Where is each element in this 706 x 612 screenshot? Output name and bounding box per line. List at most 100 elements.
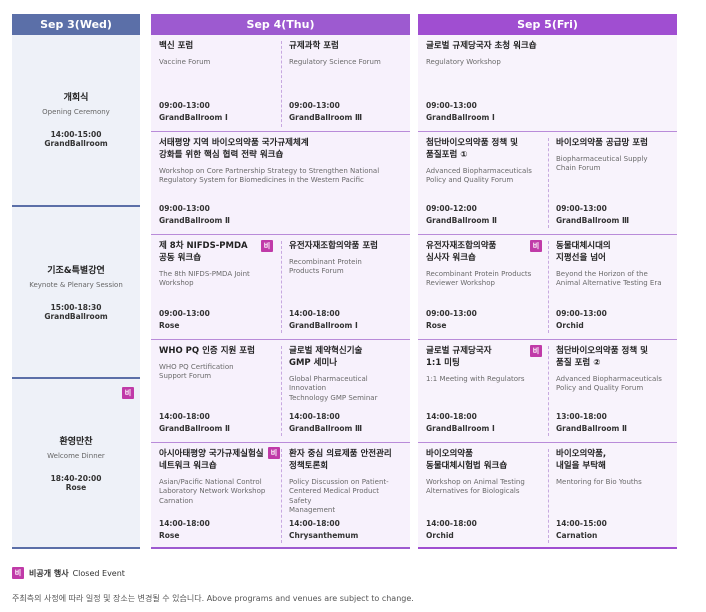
session-time: 14:00-18:00 [426, 519, 477, 528]
session-opening: 개회식 Opening Ceremony 14:00-15:00 GrandBa… [12, 35, 140, 203]
session-title: 지평선을 넘어 [556, 252, 606, 263]
session-title: 개회식 [63, 93, 89, 104]
session-time: 14:00-15:00 [556, 519, 607, 528]
session-venue: GrandBallroom Ⅱ [426, 216, 497, 225]
session-venue: GrandBallroom Ⅱ [159, 216, 230, 225]
session-title: 환자 중심 의료제품 안전관리 [289, 449, 392, 459]
session-venue: GrandBallroom Ⅱ [556, 424, 627, 433]
session-title: 첨단바이오의약품 정책 및 [556, 346, 648, 356]
session-time: 14:00-18:00 [289, 412, 340, 421]
session-supply-chain-forum: 바이오의약품 공급망 포럼 Biopharmaceutical Supply C… [548, 132, 677, 234]
session-title: GMP 세미나 [289, 357, 338, 368]
session-en: Welcome Dinner [47, 452, 105, 461]
session-venue: Orchid [426, 531, 454, 540]
session-recombinant-reviewer-workshop: 유전자재조합의약품 심사자 워크숍 Recombinant Protein Pr… [418, 235, 548, 339]
session-en: Management [289, 506, 336, 515]
session-en: Policy Discussion on Patient- [289, 477, 389, 486]
session-time: 14:00-18:00 [289, 309, 340, 318]
session-vaccine-forum: 백신 포럼 Vaccine Forum 09:00-13:00 GrandBal… [151, 35, 281, 131]
divider [281, 346, 282, 436]
header-sep4: Sep 4(Thu) [151, 14, 410, 35]
session-advanced-bio-forum-1: 첨단바이오의약품 정책 및 품질포럼 ① Advanced Biopharmac… [418, 132, 548, 234]
divider [548, 346, 549, 436]
session-time: 13:00-18:00 [556, 412, 607, 421]
divider [548, 449, 549, 543]
session-en: Reviewer Workshop [426, 279, 495, 288]
session-time: 09:00-13:00 [159, 204, 210, 213]
session-en: Advanced Biopharmaceuticals [556, 374, 662, 383]
closed-event-badge: 비 [261, 240, 273, 252]
session-time: 14:00-18:00 [426, 412, 477, 421]
session-title: 첨단바이오의약품 정책 및 [426, 138, 518, 148]
session-title: 정책토론회 [289, 460, 329, 471]
session-venue: GrandBallroom Ⅲ [289, 113, 363, 122]
session-en: Technology GMP Seminar [289, 393, 378, 402]
schedule-note: 주최측의 사정에 따라 일정 및 장소는 변경될 수 있습니다. Above p… [12, 594, 414, 603]
session-title: 공동 워크숍 [159, 252, 202, 263]
divider [281, 449, 282, 543]
session-time: 14:00-15:00 [50, 129, 102, 139]
session-en: Advanced Biopharmaceuticals [426, 166, 532, 175]
session-time: 18:40-20:00 [50, 473, 102, 483]
session-en: Workshop on Core Partnership Strategy to… [159, 166, 380, 175]
session-title: 1:1 미팅 [426, 357, 460, 368]
session-venue: Rose [65, 482, 87, 492]
session-time: 14:00-18:00 [159, 412, 210, 421]
session-en: Support Forum [159, 372, 212, 381]
session-time: 09:00-13:00 [556, 309, 607, 318]
day2-column: 백신 포럼 Vaccine Forum 09:00-13:00 GrandBal… [151, 35, 410, 549]
session-venue: GrandBallroom [44, 311, 108, 321]
session-venue: GrandBallroom [44, 138, 108, 148]
session-title: 글로벌 규제당국자 [426, 346, 492, 356]
session-time: 09:00-13:00 [426, 309, 477, 318]
session-title: 바이오의약품, [556, 449, 607, 459]
session-en: Policy and Quality Forum [556, 384, 644, 393]
session-en: Asian/Pacific National Control [159, 477, 262, 486]
session-time: 09:00-13:00 [159, 309, 210, 318]
header-sep5: Sep 5(Fri) [418, 14, 677, 35]
session-recombinant-protein-forum: 유전자재조합의약품 포럼 Recombinant Protein Product… [281, 235, 410, 339]
session-en: Products Forum [289, 267, 344, 276]
session-title: 아시아태평양 국가규제실험실 [159, 449, 264, 459]
session-title: 품질 포럼 ② [556, 357, 601, 368]
session-en: WHO PQ Certification [159, 362, 234, 371]
session-en: Opening Ceremony [42, 108, 110, 117]
divider [548, 241, 549, 333]
session-venue: GrandBallroom Ⅰ [426, 424, 495, 433]
session-title: 글로벌 제약혁신기술 [289, 346, 363, 356]
session-title: 동물대체시험법 워크숍 [426, 460, 508, 471]
session-en: Recombinant Protein Products [426, 269, 532, 278]
session-animal-alternative-era: 동물대체시대의 지평선을 넘어 Beyond the Horizon of th… [548, 235, 677, 339]
session-time: 09:00-13:00 [556, 204, 607, 213]
session-title: 유전자재조합의약품 포럼 [289, 241, 378, 251]
session-title: 글로벌 규제당국자 초청 워크숍 [426, 41, 537, 51]
session-asia-pacific-lab-workshop: 아시아태평양 국가규제실험실 네트워크 워크숍 Asian/Pacific Na… [151, 443, 281, 549]
closed-event-badge: 비 [268, 447, 280, 459]
session-title: 내일을 부탁해 [556, 460, 606, 471]
legend: 비 비공개 행사 Closed Event [12, 567, 125, 579]
day3-column: 글로벌 규제당국자 초청 워크숍 Regulatory Workshop 09:… [418, 35, 677, 549]
session-en: Mentoring for Bio Youths [556, 477, 642, 486]
session-venue: Rose [426, 321, 447, 330]
session-title: 서태평양 지역 바이오의약품 국가규제체계 [159, 138, 309, 148]
session-title: WHO PQ 인증 지원 포럼 [159, 346, 255, 356]
session-title: 품질포럼 ① [426, 149, 468, 160]
session-keynote: 기조&특별강연 Keynote & Plenary Session 15:00-… [12, 207, 140, 377]
session-animal-testing-workshop: 바이오의약품 동물대체시험법 워크숍 Workshop on Animal Te… [418, 443, 548, 549]
header-sep3: Sep 3(Wed) [12, 14, 140, 35]
session-en: Regulatory System for Biomedicines in th… [159, 176, 364, 185]
session-en: Workshop [159, 279, 194, 288]
session-time: 09:00-13:00 [289, 101, 340, 110]
session-en: Keynote & Plenary Session [29, 281, 123, 290]
closed-event-badge: 비 [530, 240, 542, 252]
session-en: Chain Forum [556, 164, 601, 173]
session-time: 14:00-18:00 [289, 519, 340, 528]
legend-ko: 비공개 행사 [29, 568, 69, 578]
session-regulators-1to1-meeting: 글로벌 규제당국자 1:1 미팅 1:1 Meeting with Regula… [418, 340, 548, 442]
session-title: 네트워크 워크숍 [159, 460, 217, 471]
session-global-regulators-workshop: 글로벌 규제당국자 초청 워크숍 Regulatory Workshop 09:… [418, 35, 677, 131]
legend-en: Closed Event [72, 568, 125, 578]
divider [281, 241, 282, 333]
closed-event-badge: 비 [12, 567, 24, 579]
session-en: Centered Medical Product Safety [289, 487, 380, 505]
